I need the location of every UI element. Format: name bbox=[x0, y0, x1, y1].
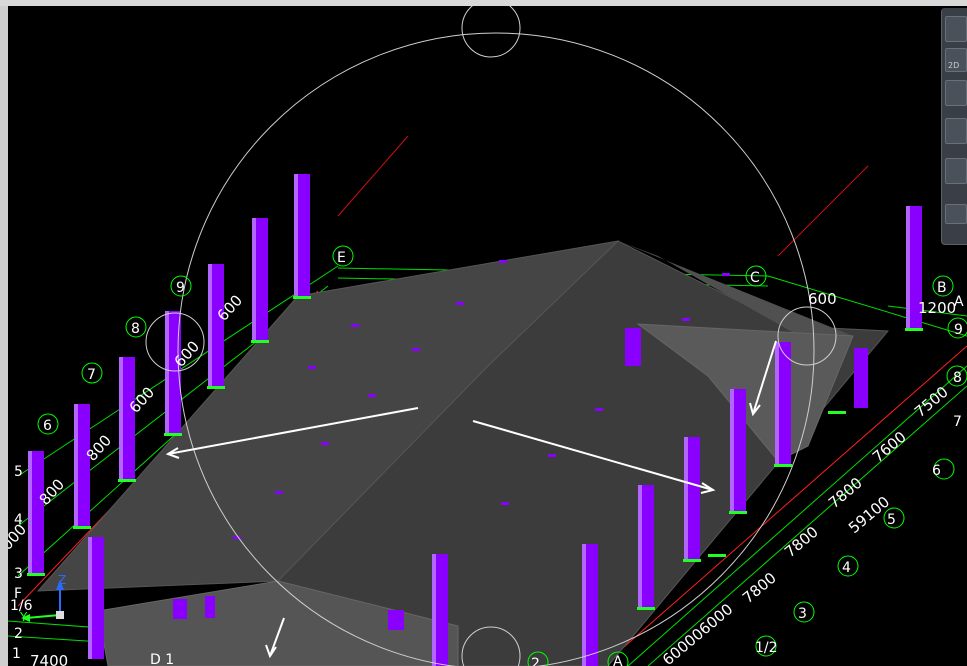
dim-label: 7400 bbox=[30, 652, 68, 666]
column bbox=[173, 599, 187, 619]
grid-label-7-left: 7 bbox=[87, 367, 96, 383]
svg-text:Z: Z bbox=[58, 573, 66, 587]
grid-label-e: E bbox=[337, 250, 346, 266]
column bbox=[432, 554, 448, 666]
dim-label: 1200 bbox=[918, 299, 956, 317]
dim-label: 7800 bbox=[825, 474, 866, 512]
column bbox=[684, 437, 700, 559]
column bbox=[582, 544, 598, 666]
grid-label-7-right: 7 bbox=[953, 414, 962, 430]
dim-label: 000 bbox=[8, 520, 30, 553]
column bbox=[74, 404, 90, 526]
column bbox=[625, 328, 641, 366]
column bbox=[205, 596, 215, 618]
grid-label-2-bottom: 2 bbox=[531, 656, 540, 666]
dim-label: 7800 bbox=[739, 569, 780, 607]
grid-label-8-right: 8 bbox=[953, 370, 962, 386]
dim-label: 7500 bbox=[911, 383, 952, 421]
grid-label-1-2-right: 1/2 bbox=[755, 640, 778, 656]
column bbox=[854, 348, 868, 408]
column bbox=[730, 389, 746, 511]
grid-label-3-left: 3 bbox=[14, 566, 23, 582]
dim-label: 7600 bbox=[869, 428, 910, 466]
model-canvas[interactable]: 9 8 7 6 5 4 3 1/6 2 1 E F D 1 C B A A 9 … bbox=[8, 6, 967, 666]
grid-label-8-left: 8 bbox=[131, 321, 140, 337]
grid-label-3-right: 3 bbox=[798, 606, 807, 622]
column bbox=[88, 537, 104, 659]
navigation-toolbar: 2D bbox=[941, 8, 967, 245]
dim-label: 7800 bbox=[781, 523, 822, 561]
dim-label: 600 bbox=[808, 290, 837, 308]
column bbox=[638, 485, 654, 607]
grid-label-c: C bbox=[750, 270, 760, 286]
column bbox=[252, 218, 268, 340]
view-2d-label: 2D bbox=[948, 61, 960, 70]
grid-label-b: B bbox=[937, 280, 947, 296]
orbit-icon[interactable] bbox=[945, 158, 967, 184]
red-axis-line bbox=[777, 165, 869, 257]
grid-label-4-right: 4 bbox=[842, 560, 851, 576]
grid-label-f: F bbox=[14, 586, 22, 602]
column bbox=[208, 264, 224, 386]
view-2d-button[interactable]: 2D bbox=[945, 48, 967, 72]
grid-label-6-left: 6 bbox=[43, 418, 52, 434]
orbit-handle-top bbox=[461, 6, 521, 58]
showmotion-icon[interactable] bbox=[945, 204, 967, 224]
3d-model-viewport[interactable]: 9 8 7 6 5 4 3 1/6 2 1 E F D 1 C B A A 9 … bbox=[8, 6, 967, 666]
grid-label-5-right: 5 bbox=[887, 512, 896, 528]
grid-label-5-left: 5 bbox=[14, 464, 23, 480]
window-left-frame bbox=[0, 6, 8, 666]
grid-label-a-bottom: A bbox=[613, 654, 623, 666]
red-axis-line bbox=[337, 135, 409, 217]
viewport-box-icon[interactable] bbox=[945, 118, 967, 144]
dim-label: 600006000 bbox=[659, 600, 736, 666]
column bbox=[119, 357, 135, 479]
svg-text:Y: Y bbox=[19, 610, 28, 624]
view-cube-icon[interactable] bbox=[945, 80, 967, 106]
grid-label-9-left: 9 bbox=[176, 280, 185, 296]
grid-label-d1: D 1 bbox=[150, 652, 174, 666]
grid-label-9-right: 9 bbox=[954, 322, 963, 338]
dim-label: 59100 bbox=[845, 493, 893, 537]
column bbox=[294, 174, 310, 296]
grid-label-6-right: 6 bbox=[932, 463, 941, 479]
column bbox=[388, 610, 404, 630]
column bbox=[775, 342, 791, 464]
steering-wheel-icon[interactable] bbox=[945, 16, 967, 42]
grid-label-1-left: 1 bbox=[12, 646, 21, 662]
grid-label-2-left: 2 bbox=[14, 626, 23, 642]
column bbox=[28, 451, 44, 573]
